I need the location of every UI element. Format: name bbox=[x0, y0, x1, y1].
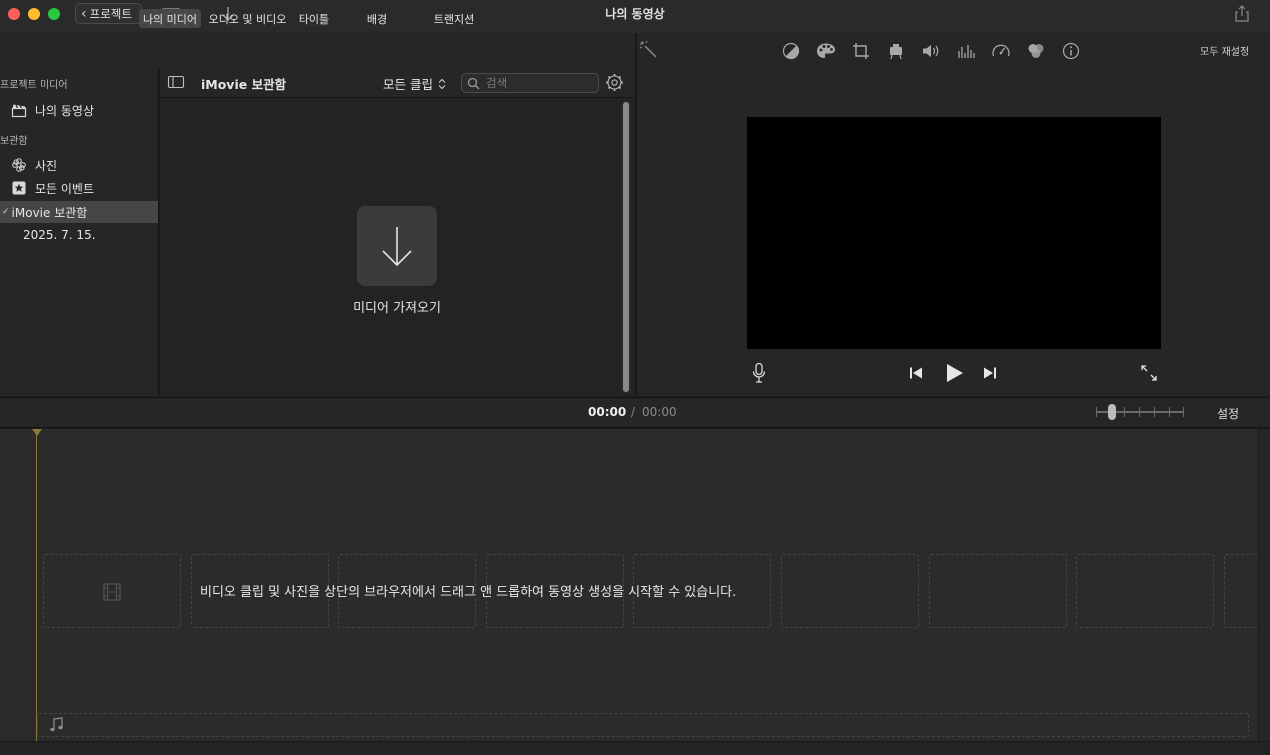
color-palette-icon[interactable] bbox=[816, 41, 836, 61]
play-icon[interactable] bbox=[940, 361, 968, 385]
sidebar-toggle-icon[interactable] bbox=[167, 74, 185, 90]
fullscreen-expand-icon[interactable] bbox=[1137, 361, 1161, 385]
tab-audio-video[interactable]: 오디오 및 비디오 bbox=[205, 9, 290, 28]
microphone-icon[interactable] bbox=[747, 361, 771, 385]
zoom-tick bbox=[1124, 407, 1125, 417]
back-to-projects-button[interactable]: ‹ 프로젝트 bbox=[75, 3, 142, 24]
crop-icon[interactable] bbox=[851, 41, 871, 61]
magic-wand-icon[interactable] bbox=[639, 40, 659, 60]
sidebar-header-libraries: 보관함 bbox=[0, 136, 28, 147]
share-icon[interactable] bbox=[1232, 4, 1252, 24]
time-separator: / bbox=[631, 405, 636, 419]
tab-titles[interactable]: 타이틀 bbox=[294, 9, 334, 28]
clip-placeholder-slot bbox=[43, 554, 181, 628]
playhead[interactable] bbox=[36, 432, 37, 742]
volume-icon[interactable] bbox=[921, 41, 941, 61]
clip-placeholder-slot bbox=[1224, 554, 1258, 628]
timeline-settings-button[interactable]: 설정 bbox=[1217, 405, 1239, 422]
back-to-projects-label: 프로젝트 bbox=[89, 6, 132, 21]
clip-placeholder-slot bbox=[781, 554, 919, 628]
import-media-button[interactable] bbox=[357, 206, 437, 286]
zoom-tick bbox=[1096, 407, 1097, 417]
speed-icon[interactable] bbox=[991, 41, 1011, 61]
film-strip-icon bbox=[102, 582, 122, 602]
zoom-tick bbox=[1183, 407, 1184, 417]
sidebar-item-imovie-library[interactable]: ✓ iMovie 보관함 bbox=[0, 201, 158, 223]
equalizer-icon[interactable] bbox=[956, 41, 976, 61]
clip-placeholder-slot bbox=[929, 554, 1067, 628]
timeline-vertical-scrollbar[interactable] bbox=[1258, 429, 1270, 741]
tab-transitions[interactable]: 트랜지션 bbox=[428, 9, 480, 28]
timeline-zoom-thumb[interactable] bbox=[1108, 404, 1116, 420]
clip-filter-icon[interactable] bbox=[1026, 41, 1046, 61]
clip-filter-select[interactable]: 모든 클립 bbox=[383, 74, 446, 93]
sidebar-item-project-label: 나의 동영상 bbox=[35, 103, 95, 118]
tab-backgrounds[interactable]: 배경 bbox=[361, 9, 393, 28]
import-media-label[interactable]: 미디어 가져오기 bbox=[300, 297, 494, 316]
search-icon bbox=[467, 77, 480, 90]
background-music-lane[interactable] bbox=[37, 713, 1249, 737]
skip-forward-icon[interactable] bbox=[978, 361, 1002, 385]
reset-all-button[interactable]: 모두 재설정 bbox=[1200, 43, 1270, 58]
zoom-tick bbox=[1139, 407, 1140, 417]
chevron-left-icon: ‹ bbox=[81, 5, 87, 22]
info-icon[interactable] bbox=[1061, 41, 1081, 61]
minimize-window-button[interactable] bbox=[28, 8, 40, 20]
search-field[interactable]: 검색 bbox=[461, 73, 599, 93]
playhead-handle[interactable] bbox=[32, 429, 42, 436]
skip-back-icon[interactable] bbox=[904, 361, 928, 385]
total-time: 00:00 bbox=[642, 405, 677, 419]
photos-flower-icon bbox=[11, 157, 27, 173]
media-tabs-bar bbox=[0, 33, 635, 68]
sidebar-item-imovie-library-label: iMovie 보관함 bbox=[11, 205, 88, 220]
sidebar-item-event-date-label: 2025. 7. 15. bbox=[23, 228, 96, 242]
sidebar-item-all-events[interactable]: 모든 이벤트 bbox=[0, 177, 158, 199]
timeline-drop-hint: 비디오 클립 및 사진을 상단의 브라우저에서 드래그 앤 드롭하여 동영상 생… bbox=[200, 585, 737, 600]
sidebar-header-project-media: 프로젝트 미디어 bbox=[0, 80, 68, 91]
sidebar-item-photos-label: 사진 bbox=[35, 158, 58, 173]
download-arrow-icon bbox=[377, 221, 417, 271]
timeline-bottom-bar bbox=[0, 741, 1270, 755]
search-placeholder: 검색 bbox=[486, 76, 508, 90]
clapper-icon bbox=[11, 102, 27, 118]
sidebar-item-all-events-label: 모든 이벤트 bbox=[35, 181, 95, 196]
video-preview[interactable] bbox=[747, 117, 1161, 349]
browser-scroll-thumb[interactable] bbox=[623, 102, 629, 392]
tab-my-media[interactable]: 나의 미디어 bbox=[139, 9, 201, 28]
browser-title: iMovie 보관함 bbox=[201, 77, 287, 92]
current-time: 00:00 bbox=[588, 405, 627, 419]
disclosure-chevron-icon[interactable]: ✓ bbox=[2, 207, 10, 217]
sidebar-item-photos[interactable]: 사진 bbox=[0, 154, 158, 176]
updown-chevron-icon bbox=[438, 78, 446, 90]
color-balance-icon[interactable] bbox=[781, 41, 801, 61]
stabilization-camera-icon[interactable] bbox=[886, 41, 906, 61]
gear-icon[interactable] bbox=[605, 73, 624, 92]
sidebar-item-project[interactable]: 나의 동영상 bbox=[0, 99, 158, 121]
music-note-icon bbox=[49, 717, 63, 733]
zoom-tick bbox=[1169, 407, 1170, 417]
sidebar-item-event-date[interactable]: 2025. 7. 15. bbox=[0, 224, 158, 246]
clip-filter-value: 모든 클립 bbox=[383, 77, 433, 92]
zoom-tick bbox=[1154, 407, 1155, 417]
close-window-button[interactable] bbox=[8, 8, 20, 20]
clip-placeholder-slot bbox=[1076, 554, 1214, 628]
zoom-window-button[interactable] bbox=[48, 8, 60, 20]
star-box-icon bbox=[11, 180, 27, 196]
